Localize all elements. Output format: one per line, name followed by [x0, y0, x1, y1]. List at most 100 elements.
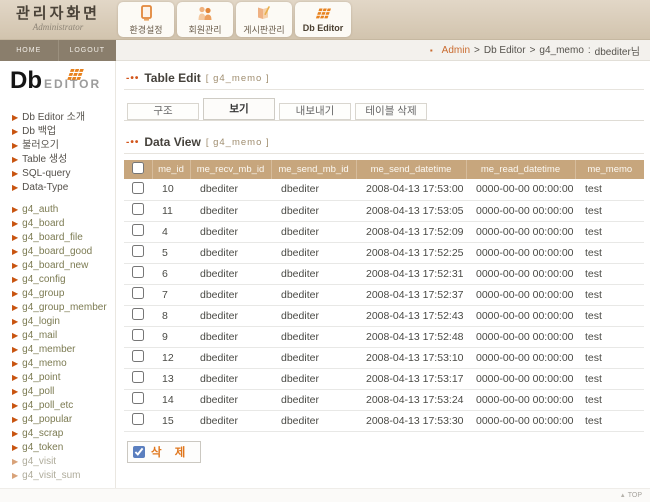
- arrow-bullet-icon: ▶: [12, 387, 19, 396]
- row-checkbox[interactable]: [132, 287, 144, 299]
- table-edit-button-structure[interactable]: 구조: [127, 103, 199, 120]
- page-title: 관리자화면: [15, 5, 100, 22]
- column-header-me_send_mb_id: me_send_mb_id: [271, 160, 357, 179]
- table-row: 15 dbediter dbediter 2008-04-13 17:53:30 000…: [124, 410, 644, 432]
- db-editor-logo: Db EDITOR: [0, 67, 115, 105]
- nav-tab-label: 환경설정: [129, 25, 163, 35]
- delete-button[interactable]: 삭 제: [127, 440, 202, 463]
- arrow-bullet-icon: ▶: [12, 471, 19, 480]
- cell-me_recv_mb_id: dbediter: [190, 200, 271, 222]
- row-checkbox-cell: [124, 263, 152, 285]
- sidebar-item-g4_config[interactable]: ▶ g4_config: [0, 273, 115, 287]
- nav-tab-config[interactable]: 환경설정: [118, 2, 174, 37]
- sidebar-item-g4_scrap[interactable]: ▶ g4_scrap: [0, 427, 115, 441]
- delete-checkbox[interactable]: [133, 445, 145, 458]
- nav-tab-label: 게시판관리: [243, 25, 285, 35]
- logout-button[interactable]: LOGOUT: [57, 40, 117, 61]
- sidebar-item-label: g4_group_member: [22, 302, 107, 313]
- sidebar-item-g4_group[interactable]: ▶ g4_group: [0, 287, 115, 301]
- sidebar-item-g4_point[interactable]: ▶ g4_point: [0, 371, 115, 385]
- sidebar-item-g4_board_file[interactable]: ▶ g4_board_file: [0, 231, 115, 245]
- sidebar-item-g4_memo[interactable]: ▶ g4_memo: [0, 357, 115, 371]
- row-checkbox[interactable]: [132, 308, 144, 320]
- nav-tab-boards[interactable]: 게시판관리: [236, 2, 292, 37]
- cell-me_send_mb_id: dbediter: [271, 326, 356, 348]
- data-view-table-ref: [ g4_memo ]: [205, 136, 270, 148]
- sidebar-item-g4_board_new[interactable]: ▶ g4_board_new: [0, 259, 115, 273]
- sidebar-item-g4_poll_etc[interactable]: ▶ g4_poll_etc: [0, 399, 115, 413]
- sidebar-item-g4_board[interactable]: ▶ g4_board: [0, 217, 115, 231]
- sidebar-item-g4_poll[interactable]: ▶ g4_poll: [0, 385, 115, 399]
- nav-tab-members[interactable]: 회원관리: [177, 2, 233, 37]
- row-checkbox[interactable]: [132, 350, 144, 362]
- row-checkbox-cell: [124, 389, 152, 411]
- breadcrumb-admin-link[interactable]: Admin: [442, 45, 470, 56]
- cell-me_id: 5: [152, 242, 190, 264]
- sidebar-menu-tables: ▶ g4_auth ▶ g4_board ▶ g4_board_file ▶ g4_board…: [0, 203, 115, 483]
- cell-me_memo: test: [575, 221, 644, 243]
- sidebar-item-sql-query[interactable]: ▶ SQL-query: [0, 167, 115, 181]
- sidebar-item-label: 불러오기: [22, 140, 59, 151]
- top-arrow-icon: ▲: [619, 493, 626, 499]
- sidebar-item-db-editor-intro[interactable]: ▶ Db Editor 소개: [0, 111, 115, 125]
- table-edit-button-view[interactable]: 보기: [203, 98, 275, 120]
- row-checkbox[interactable]: [132, 329, 144, 341]
- table-edit-table-ref: [ g4_memo ]: [205, 72, 270, 84]
- sidebar-item-label: g4_memo: [22, 358, 67, 369]
- row-checkbox[interactable]: [132, 203, 144, 215]
- sidebar-item-db-restore[interactable]: ▶ 불러오기: [0, 139, 115, 153]
- sidebar-item-data-type[interactable]: ▶ Data-Type: [0, 181, 115, 195]
- sidebar-item-g4_visit[interactable]: ▶ g4_visit: [0, 455, 115, 469]
- cell-me_memo: test: [575, 263, 644, 285]
- sidebar-item-g4_token[interactable]: ▶ g4_token: [0, 441, 115, 455]
- breadcrumb-app[interactable]: Db Editor: [484, 45, 526, 56]
- sidebar-item-g4_group_member[interactable]: ▶ g4_group_member: [0, 301, 115, 315]
- row-checkbox[interactable]: [132, 245, 144, 257]
- cell-me_send_datetime: 2008-04-13 17:52:48: [356, 326, 466, 348]
- cell-me_id: 15: [152, 410, 190, 432]
- sidebar-item-g4_login[interactable]: ▶ g4_login: [0, 315, 115, 329]
- row-checkbox-cell: [124, 242, 152, 264]
- sidebar-item-g4_member[interactable]: ▶ g4_member: [0, 343, 115, 357]
- cell-me_id: 6: [152, 263, 190, 285]
- nav-tab-label: 회원관리: [188, 25, 222, 35]
- cell-me_send_mb_id: dbediter: [271, 263, 356, 285]
- cell-me_send_datetime: 2008-04-13 17:52:31: [356, 263, 466, 285]
- row-checkbox[interactable]: [132, 413, 144, 425]
- nav-tab-label: Db Editor: [302, 23, 344, 33]
- sidebar-item-label: SQL-query: [22, 168, 71, 179]
- sidebar-item-g4_board_good[interactable]: ▶ g4_board_good: [0, 245, 115, 259]
- sidebar-item-g4_visit_sum[interactable]: ▶ g4_visit_sum: [0, 469, 115, 483]
- sidebar-item-label: Data-Type: [22, 182, 69, 193]
- row-checkbox[interactable]: [132, 181, 144, 194]
- row-checkbox[interactable]: [132, 392, 144, 404]
- select-all-checkbox[interactable]: [131, 162, 144, 174]
- arrow-bullet-icon: ▶: [12, 275, 19, 284]
- cell-me_recv_mb_id: dbediter: [190, 389, 271, 411]
- sidebar-item-table-create[interactable]: ▶ Table 생성: [0, 153, 115, 167]
- arrow-bullet-icon: ▶: [12, 169, 19, 178]
- sidebar-item-label: g4_board_new: [22, 260, 89, 271]
- arrow-bullet-icon: ▶: [12, 155, 19, 164]
- sidebar-item-label: Db 백업: [22, 126, 57, 137]
- column-header-me_memo: me_memo: [575, 160, 644, 179]
- table-edit-button-drop[interactable]: 테이블 삭제: [355, 103, 427, 120]
- cell-me_id: 7: [152, 284, 190, 306]
- home-button[interactable]: HOME: [0, 40, 58, 61]
- nav-tab-db-editor[interactable]: Db Editor: [295, 2, 351, 37]
- sidebar-item-g4_popular[interactable]: ▶ g4_popular: [0, 413, 115, 427]
- row-checkbox[interactable]: [132, 371, 144, 383]
- cell-me_memo: test: [575, 179, 644, 201]
- top-link[interactable]: TOP: [628, 492, 642, 499]
- sidebar-item-g4_auth[interactable]: ▶ g4_auth: [0, 203, 115, 217]
- breadcrumb-separator: >: [529, 44, 536, 56]
- cell-me_read_datetime: 0000-00-00 00:00:00: [466, 326, 575, 348]
- arrow-bullet-icon: ▶: [12, 443, 19, 452]
- sidebar-item-db-backup[interactable]: ▶ Db 백업: [0, 125, 115, 139]
- sidebar-item-g4_mail[interactable]: ▶ g4_mail: [0, 329, 115, 343]
- table-edit-button-export[interactable]: 내보내기: [279, 103, 351, 120]
- row-checkbox[interactable]: [132, 224, 144, 236]
- cell-me_read_datetime: 0000-00-00 00:00:00: [466, 179, 575, 201]
- row-checkbox[interactable]: [132, 266, 144, 278]
- cell-me_recv_mb_id: dbediter: [190, 263, 271, 285]
